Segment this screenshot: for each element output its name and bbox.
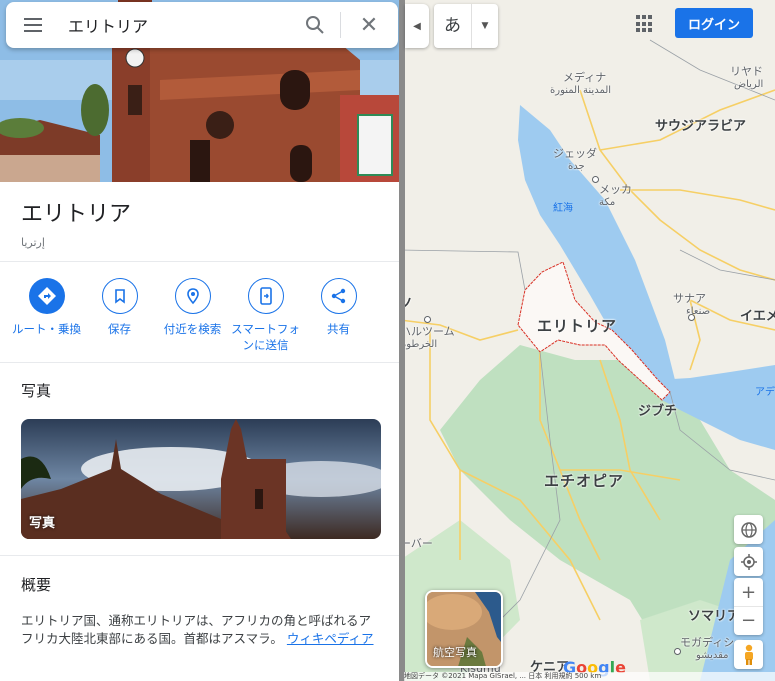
city-dot-mogadishu <box>674 648 681 655</box>
map-attribution[interactable]: 地図データ ©2021 Mapa GISrael, ... 日本 利用規約 50… <box>404 672 775 681</box>
search-input[interactable] <box>68 15 298 35</box>
zoom-controls: + − <box>734 578 763 635</box>
map-label-saudi-arabia[interactable]: サウジアラビア <box>655 115 746 134</box>
map-label-ethiopia[interactable]: エチオピア <box>544 470 624 491</box>
satellite-label: 航空写真 <box>433 646 477 659</box>
photo-card-label: 写真 <box>29 516 56 531</box>
save-button[interactable]: 保存 <box>83 278 156 353</box>
directions-label: ルート・乗換 <box>12 322 81 336</box>
map-label-red-sea[interactable]: 紅海 <box>553 199 573 214</box>
map-label-mogadishu-ar: مقديشو <box>696 650 729 661</box>
apps-grid-icon[interactable] <box>636 15 654 33</box>
map-graphics <box>400 39 775 681</box>
map-label-somalia[interactable]: ソマリア <box>688 605 740 624</box>
map-label-medina[interactable]: メディナ <box>563 69 606 85</box>
action-bar: ルート・乗換 保存 付近を検索 スマートフォンに送信 共有 <box>10 278 390 353</box>
nearby-icon <box>174 278 211 314</box>
nearby-label: 付近を検索 <box>163 322 222 336</box>
login-button[interactable]: ログイン <box>675 8 753 38</box>
close-icon[interactable]: ✕ <box>349 2 389 48</box>
city-dot-khartoum <box>424 316 431 323</box>
zoom-out-button[interactable]: − <box>734 606 763 634</box>
map-label-mecca[interactable]: メッカ <box>599 181 632 197</box>
panel-divider[interactable] <box>399 0 405 681</box>
city-dot-sanaa <box>688 314 695 321</box>
overview-text: エリトリア国、通称エリトリアは、アフリカの角と呼ばれるアフリカ大陸北東部にある国… <box>21 612 381 648</box>
menu-icon[interactable] <box>6 2 60 48</box>
search-box: ✕ <box>6 2 398 48</box>
chevron-down-icon[interactable]: ▼ <box>472 21 498 31</box>
directions-button[interactable]: ルート・乗換 <box>10 278 83 353</box>
share-button[interactable]: 共有 <box>302 278 375 353</box>
map-label-djibouti[interactable]: ジブチ <box>638 400 677 419</box>
divider <box>0 362 400 363</box>
photo-card[interactable]: 写真 <box>21 419 381 539</box>
overview-section-title: 概要 <box>21 576 52 594</box>
send-to-phone-label: スマートフォンに送信 <box>231 322 300 352</box>
send-to-phone-button[interactable]: スマートフォンに送信 <box>229 278 302 353</box>
divider <box>0 555 400 556</box>
my-location-button[interactable] <box>734 547 763 576</box>
map-label-medina-ar: المدينة المنورة <box>550 85 612 96</box>
wikipedia-link[interactable]: ウィキペディア <box>287 631 374 646</box>
map-label-riyadh[interactable]: リヤド <box>730 63 763 79</box>
street-view-pegman-icon[interactable] <box>734 640 763 669</box>
map-canvas[interactable]: エリトリア エチオピア サウジアラビア イエメ ソマリア リヤド الرياض … <box>400 0 775 681</box>
share-icon <box>320 278 357 314</box>
map-label-khartoum-ar: الخرطوم <box>400 339 438 350</box>
place-title: エリトリア <box>21 202 132 227</box>
map-label-sanaa[interactable]: サナア <box>673 290 706 306</box>
globe-view-button[interactable] <box>734 515 763 544</box>
place-panel: ✕ エリトリア إرتريا ルート・乗換 保存 付近を検索 <box>0 0 400 681</box>
map-label-gulf: アデ <box>755 387 775 398</box>
search-icon[interactable] <box>298 2 332 48</box>
search-divider <box>340 12 341 38</box>
photos-section-title: 写真 <box>21 382 52 400</box>
input-tools-button[interactable]: あ ▼ <box>434 4 498 48</box>
save-label: 保存 <box>108 322 131 336</box>
location-target-icon <box>740 553 757 570</box>
satellite-layer-toggle[interactable]: 航空写真 <box>425 590 503 668</box>
place-subtitle: إرتريا <box>21 236 45 249</box>
map-label-eritrea[interactable]: エリトリア <box>537 315 617 336</box>
collapse-panel-button[interactable]: ◀ <box>405 4 429 48</box>
nearby-button[interactable]: 付近を検索 <box>156 278 229 353</box>
map-label-jeddah-ar: جدة <box>568 161 585 172</box>
city-dot-mecca <box>592 176 599 183</box>
directions-icon <box>28 278 65 314</box>
map-label-jeddah[interactable]: ジェッダ <box>553 145 597 161</box>
chevron-left-icon: ◀ <box>413 20 421 32</box>
map-label-yemen[interactable]: イエメ <box>740 305 775 324</box>
map-label-riyadh-ar: الرياض <box>734 79 764 90</box>
place-header: エリトリア إرتريا <box>21 196 131 249</box>
divider <box>0 261 400 262</box>
send-to-phone-icon <box>247 278 284 314</box>
globe-icon <box>740 521 757 538</box>
map-label-mecca-ar: مكة <box>599 197 616 208</box>
language-label: あ <box>434 4 472 48</box>
share-label: 共有 <box>327 322 350 336</box>
bookmark-icon <box>101 278 138 314</box>
zoom-in-button[interactable]: + <box>734 578 763 606</box>
map-label-khartoum[interactable]: ハルツーム <box>400 323 455 339</box>
